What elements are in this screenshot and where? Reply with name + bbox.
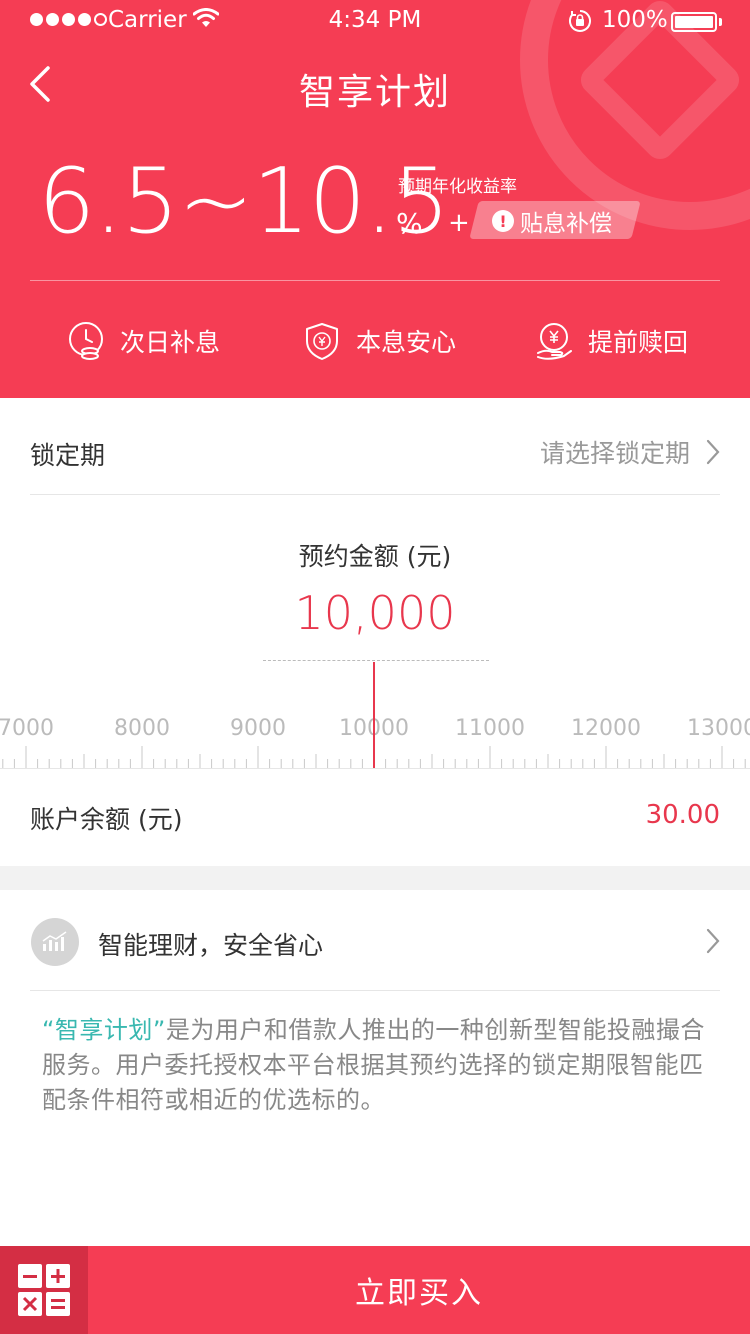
info-icon: ! [492,210,514,232]
rotation-lock-icon [569,10,591,32]
divider [30,990,720,991]
hand-yen-icon [537,323,572,360]
ruler-tick-label: 8000 [114,716,170,741]
page-title: 智享计划 [298,72,451,113]
product-header: Carrier 4:34 PM 100% 智享计划 6.5~10.5 预期年化收… [0,0,750,398]
divider [30,494,720,495]
calculator-icon [18,1264,70,1316]
ruler-tick-label: 7000 [0,716,54,741]
amount-input[interactable]: 10,000 [0,586,750,640]
rate-unit: % [396,207,423,240]
balance-value: 30.00 [645,800,720,830]
rate-caption: 预期年化收益率 [398,177,517,197]
status-bar: Carrier 4:34 PM 100% [0,0,750,40]
ruler-tick-label: 13000 [687,716,750,741]
feature-early-redeem: 提前赎回 [534,318,688,364]
plan-name-highlight: “智享计划” [42,1016,166,1044]
ruler-tick-label: 11000 [455,716,525,741]
chart-bars-icon [31,918,79,966]
divider [0,768,750,769]
balance-label: 账户余额 (元) [30,805,183,834]
subsidy-label: 贴息补偿 [520,211,612,237]
feature-label: 提前赎回 [588,328,689,357]
feature-label: 本息安心 [356,328,457,357]
section-separator [0,866,750,890]
buy-now-button[interactable]: 立即买入 [88,1246,750,1334]
lock-period-selector[interactable]: 请选择锁定期 [540,434,720,470]
ruler-indicator [373,662,375,768]
amount-label: 预约金额 (元) [298,542,452,571]
amount-underline [263,660,489,661]
battery-percent: 100% [602,7,668,33]
shield-yen-icon [306,323,338,360]
ruler-tick-label: 9000 [230,716,286,741]
battery-icon [671,12,717,32]
subsidy-badge[interactable]: ! 贴息补偿 [492,203,612,239]
amount-ruler-slider[interactable]: 70008000900010000110001200013000 [0,700,750,770]
feature-safe-principal: 本息安心 [302,318,456,364]
rate-value: 6.5~10.5 [38,149,450,254]
calculator-button[interactable] [0,1246,88,1334]
lock-period-label: 锁定期 [30,441,106,470]
chevron-right-icon[interactable] [706,928,720,954]
ruler-tick-label: 12000 [571,716,641,741]
coin-clock-icon [69,322,103,360]
chevron-right-icon [706,439,720,465]
header-divider [30,280,720,281]
smart-finance-title[interactable]: 智能理财，安全省心 [98,926,323,962]
lock-period-placeholder: 请选择锁定期 [539,439,690,468]
feature-label: 次日补息 [120,328,221,357]
plan-description: “智享计划”是为用户和借款人推出的一种创新型智能投融撮合服务。用户委托授权本平台… [42,1013,722,1118]
rate-plus: + [448,208,470,238]
feature-next-day-interest: 次日补息 [66,318,220,364]
